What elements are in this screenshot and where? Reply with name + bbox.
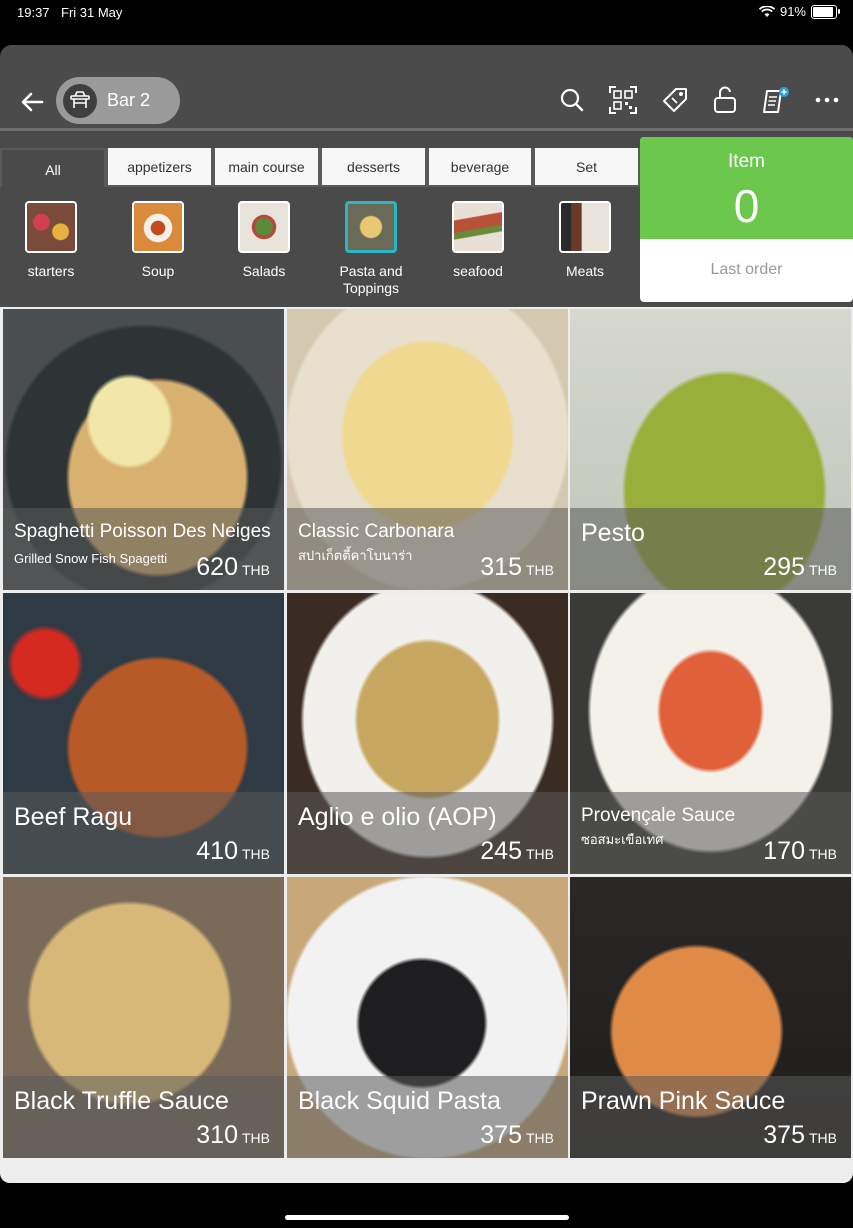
dish-price: 310 THB — [196, 1121, 270, 1149]
status-bar: 19:37 Fri 31 May 91% — [0, 0, 853, 26]
home-indicator[interactable] — [285, 1215, 569, 1220]
wifi-icon — [758, 5, 775, 17]
table-label: Bar 2 — [107, 90, 151, 110]
top-bar: Bar 2 — [0, 45, 853, 131]
category-tabs: All appetizers main course desserts beve… — [0, 148, 640, 189]
tab-beverage[interactable]: beverage — [429, 148, 531, 185]
unlock-button[interactable] — [710, 85, 740, 115]
dish-name: Classic Carbonara — [298, 521, 455, 542]
status-date: Fri 31 May — [61, 5, 123, 20]
menu-item-card[interactable]: Spaghetti Poisson Des Neiges Grilled Sno… — [3, 309, 284, 590]
item-count-box: Item 0 — [640, 137, 853, 239]
dish-subtitle: ซอสมะเขือเทศ — [581, 832, 664, 847]
subcategory-pasta-and-toppings[interactable]: Pasta and Toppings — [321, 201, 421, 297]
item-count: 0 — [733, 180, 760, 232]
search-icon — [560, 88, 584, 112]
price-tag-icon — [663, 88, 687, 112]
dish-price: 170 THB — [763, 837, 837, 865]
dish-price: 375 THB — [480, 1121, 554, 1149]
dish-name: Prawn Pink Sauce — [581, 1087, 786, 1115]
dish-price: 315 THB — [480, 553, 554, 581]
search-button[interactable] — [557, 85, 587, 115]
menu-grid: Spaghetti Poisson Des Neiges Grilled Sno… — [0, 307, 853, 1183]
order-summary-panel[interactable]: Item 0 Last order — [640, 137, 853, 302]
subcategory-soup[interactable]: Soup — [108, 201, 208, 280]
menu-item-card[interactable]: Prawn Pink Sauce 375 THB — [570, 877, 851, 1158]
menu-item-card[interactable]: Aglio e olio (AOP) 245 THB — [287, 593, 568, 874]
order-list-icon — [763, 87, 789, 113]
menu-item-card[interactable]: Black Squid Pasta 375 THB — [287, 877, 568, 1158]
menu-item-card[interactable]: Black Truffle Sauce 310 THB — [3, 877, 284, 1158]
dish-price: 620 THB — [196, 553, 270, 581]
menu-item-card[interactable]: Provençale Sauce ซอสมะเขือเทศ 170 THB — [570, 593, 851, 874]
table-icon — [63, 83, 97, 118]
subcategory-starters[interactable]: starters — [1, 201, 101, 280]
dish-name: Black Truffle Sauce — [14, 1087, 229, 1115]
dish-name: Beef Ragu — [14, 803, 133, 831]
subcategory-meats[interactable]: Meats — [535, 201, 635, 280]
dish-price: 245 THB — [480, 837, 554, 865]
unlock-icon — [714, 86, 736, 113]
dish-name: Provençale Sauce — [581, 805, 736, 826]
starters-thumbnail — [25, 201, 77, 253]
back-button[interactable] — [18, 87, 48, 117]
status-time: 19:37 — [17, 5, 50, 20]
qr-scan-button[interactable] — [608, 85, 638, 115]
tab-desserts[interactable]: desserts — [322, 148, 425, 185]
salads-thumbnail — [238, 201, 290, 253]
tab-set[interactable]: Set — [535, 148, 638, 185]
more-button[interactable] — [812, 85, 842, 115]
menu-item-card[interactable]: Pesto 295 THB — [570, 309, 851, 590]
dish-price: 295 THB — [763, 553, 837, 581]
more-dots-icon — [815, 97, 839, 103]
discount-tag-button[interactable] — [660, 85, 690, 115]
subcategory-salads[interactable]: Salads — [214, 201, 314, 280]
item-label: Item — [728, 151, 765, 172]
order-list-button[interactable] — [760, 85, 790, 115]
tab-main-course[interactable]: main course — [215, 148, 318, 185]
pasta-thumbnail — [345, 201, 397, 253]
meats-thumbnail — [559, 201, 611, 253]
dish-subtitle: สปาเก็ตตี้คาโบนาร่า — [298, 548, 413, 563]
soup-thumbnail — [132, 201, 184, 253]
subcategory-strip: starters Soup Salads Pasta and Toppings … — [0, 187, 640, 307]
dish-name: Spaghetti Poisson Des Neiges — [14, 521, 271, 542]
tab-all[interactable]: All — [2, 150, 104, 189]
status-right: 91% — [758, 4, 840, 19]
menu-item-card[interactable]: Classic Carbonara สปาเก็ตตี้คาโบนาร่า 31… — [287, 309, 568, 590]
menu-item-card[interactable]: Beef Ragu 410 THB — [3, 593, 284, 874]
seafood-thumbnail — [452, 201, 504, 253]
dish-price: 410 THB — [196, 837, 270, 865]
table-selector[interactable]: Bar 2 — [56, 77, 180, 124]
battery-icon — [811, 4, 840, 19]
dish-subtitle: Grilled Snow Fish Spagetti — [14, 551, 168, 566]
app-window: Bar 2 All appetizers main course dessert… — [0, 45, 853, 1183]
dish-name: Pesto — [581, 519, 645, 547]
last-order-button[interactable]: Last order — [640, 261, 853, 279]
subcategory-seafood[interactable]: seafood — [428, 201, 528, 280]
qr-code-icon — [609, 86, 637, 114]
back-arrow-icon — [21, 92, 44, 112]
dish-price: 375 THB — [763, 1121, 837, 1149]
dish-name: Aglio e olio (AOP) — [298, 803, 497, 831]
dish-name: Black Squid Pasta — [298, 1087, 501, 1115]
tab-appetizers[interactable]: appetizers — [108, 148, 211, 185]
battery-percent: 91% — [779, 4, 806, 19]
